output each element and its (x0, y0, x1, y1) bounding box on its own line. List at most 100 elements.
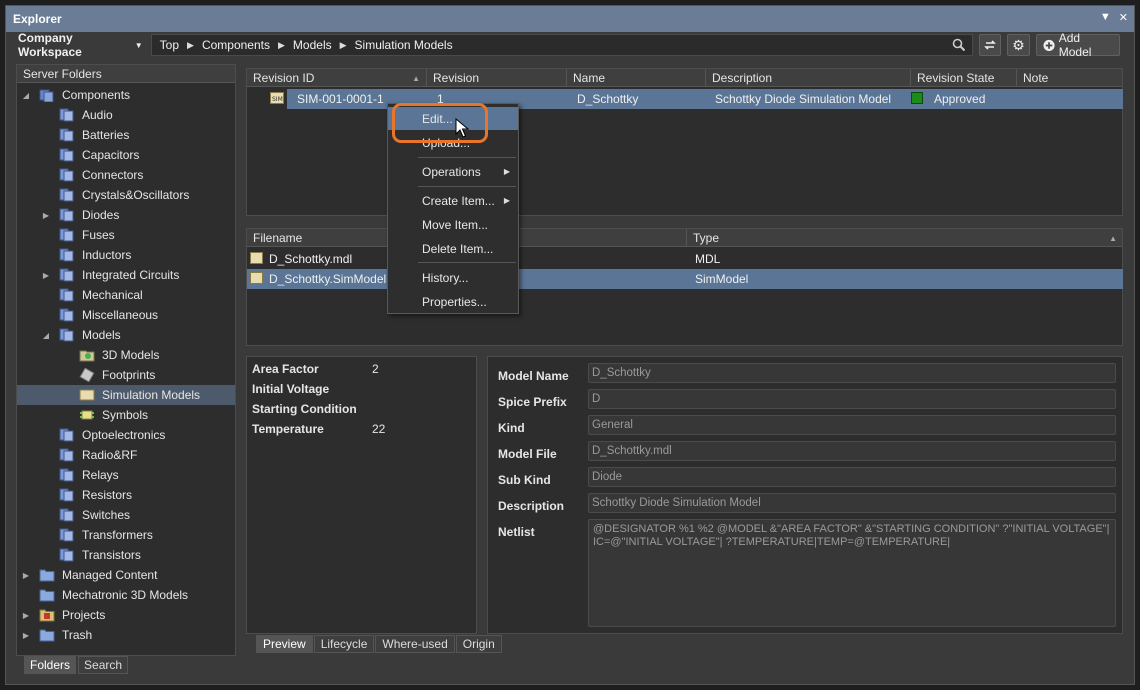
tree-item-label: Mechanical (82, 288, 143, 302)
model-name-field[interactable]: D_Schottky (588, 363, 1116, 383)
3d-model-icon (79, 348, 95, 362)
sub-kind-field[interactable]: Diode (588, 467, 1116, 487)
tree-item[interactable]: Inductors (17, 245, 235, 265)
breadcrumb-simulation-models[interactable]: Simulation Models (355, 38, 453, 52)
tree-item[interactable]: Radio&RF (17, 445, 235, 465)
tree-item[interactable]: Connectors (17, 165, 235, 185)
menu-item-create-item-label: Create Item... (422, 193, 495, 208)
tab-origin[interactable]: Origin (455, 635, 502, 653)
tab-lifecycle[interactable]: Lifecycle (313, 635, 375, 653)
folder-icon (59, 108, 75, 122)
tree-item[interactable]: Footprints (17, 365, 235, 385)
dropdown-icon[interactable]: ▼ (1100, 11, 1111, 24)
tree-item[interactable]: Miscellaneous (17, 305, 235, 325)
symbol-icon (79, 408, 95, 422)
menu-item-create-item[interactable]: Create Item... ▶ (388, 189, 518, 212)
tree-item[interactable]: Optoelectronics (17, 425, 235, 445)
tree-item[interactable]: Transformers (17, 525, 235, 545)
parameters-panel: Area Factor 2 Initial Voltage Starting C… (246, 356, 477, 634)
col-revision-state[interactable]: Revision State (911, 69, 1017, 87)
mouse-cursor-icon (455, 118, 469, 138)
kind-label: Kind (498, 421, 525, 435)
description-field[interactable]: Schottky Diode Simulation Model (588, 493, 1116, 513)
close-icon[interactable]: ✕ (1119, 11, 1128, 24)
tree-item[interactable]: ◢ Models (17, 325, 235, 345)
folder-tabs: Folders Search (24, 656, 129, 674)
refresh-button[interactable] (978, 34, 1002, 56)
menu-item-delete-item[interactable]: Delete Item... (388, 237, 518, 260)
breadcrumb-models[interactable]: Models (293, 38, 332, 52)
tab-where-used[interactable]: Where-used (375, 635, 455, 653)
collapsed-arrow-icon[interactable]: ▶ (21, 611, 31, 620)
search-icon[interactable] (952, 38, 966, 52)
tree-item[interactable]: Simulation Models (17, 385, 235, 405)
tree-item[interactable]: Mechatronic 3D Models (17, 585, 235, 605)
col-revision-id[interactable]: Revision ID ▲ (247, 69, 427, 87)
tree-item[interactable]: ▶ Trash (17, 625, 235, 645)
col-note[interactable]: Note (1017, 69, 1123, 87)
filename-cell: D_Schottky.SimModel (269, 272, 387, 286)
folder-icon (59, 188, 75, 202)
col-description[interactable]: Description (706, 69, 911, 87)
tree-item[interactable]: ▶ Diodes (17, 205, 235, 225)
collapsed-arrow-icon[interactable]: ▶ (41, 211, 51, 220)
expanded-arrow-icon[interactable]: ◢ (41, 331, 51, 340)
tree-item-label: Capacitors (82, 148, 140, 162)
tree-item[interactable]: Capacitors (17, 145, 235, 165)
folder-icon (59, 208, 75, 222)
collapsed-arrow-icon[interactable]: ▶ (21, 571, 31, 580)
add-model-label: Add Model (1058, 31, 1092, 59)
breadcrumb-components[interactable]: Components (202, 38, 270, 52)
netlist-field[interactable]: @DESIGNATOR %1 %2 @MODEL &"AREA FACTOR" … (588, 519, 1116, 627)
tree-item[interactable]: Resistors (17, 485, 235, 505)
tree-item[interactable]: ▶ Managed Content (17, 565, 235, 585)
tree-item[interactable]: Relays (17, 465, 235, 485)
tab-preview[interactable]: Preview (256, 635, 313, 653)
server-folders-header: Server Folders (17, 65, 235, 83)
model-file-field[interactable]: D_Schottky.mdl (588, 441, 1116, 461)
tree-item[interactable]: Audio (17, 105, 235, 125)
param-name: Initial Voltage (252, 382, 330, 396)
settings-button[interactable]: ⚙ (1007, 34, 1030, 56)
tree-item[interactable]: ▶ Projects (17, 605, 235, 625)
collapsed-arrow-icon[interactable]: ▶ (41, 271, 51, 280)
breadcrumb-top[interactable]: Top (160, 38, 179, 52)
menu-item-history[interactable]: History... (388, 266, 518, 289)
menu-item-properties[interactable]: Properties... (388, 290, 518, 313)
col-name[interactable]: Name (567, 69, 706, 87)
spice-prefix-field[interactable]: D (588, 389, 1116, 409)
tree-item-label: Transformers (82, 528, 153, 542)
menu-item-operations[interactable]: Operations ▶ (388, 160, 518, 183)
collapsed-arrow-icon[interactable]: ▶ (21, 631, 31, 640)
tree-item[interactable]: Symbols (17, 405, 235, 425)
tree-item[interactable]: 3D Models (17, 345, 235, 365)
svg-text:SIM: SIM (272, 96, 283, 103)
revision-id-cell: SIM-001-0001-1 (297, 92, 384, 106)
col-type[interactable]: Type ▲ (687, 229, 1123, 247)
menu-item-move-item[interactable]: Move Item... (388, 213, 518, 236)
tab-search[interactable]: Search (78, 656, 129, 674)
tree-item[interactable]: Crystals&Oscillators (17, 185, 235, 205)
add-model-button[interactable]: Add Model (1035, 31, 1120, 59)
tree-item[interactable]: Switches (17, 505, 235, 525)
footprint-icon (79, 367, 95, 383)
tree-item[interactable]: Batteries (17, 125, 235, 145)
col-revision[interactable]: Revision (427, 69, 567, 87)
expanded-arrow-icon[interactable]: ◢ (21, 91, 31, 100)
tree-item-label: Projects (62, 608, 106, 622)
description-label: Description (498, 499, 565, 513)
menu-item-operations-label: Operations (422, 164, 481, 179)
tree-item[interactable]: Mechanical (17, 285, 235, 305)
tree-item[interactable]: ◢ Components (17, 85, 235, 105)
workspace-selector[interactable]: Company Workspace ▼ (10, 31, 151, 59)
tree-item[interactable]: Transistors (17, 545, 235, 565)
file-icon (250, 272, 263, 284)
files-header: Filename Type ▲ (247, 229, 1122, 247)
tree-item-label: Simulation Models (102, 388, 201, 402)
tree-item[interactable]: Fuses (17, 225, 235, 245)
tab-folders[interactable]: Folders (24, 656, 77, 674)
tree-item-label: Audio (82, 108, 113, 122)
plain-folder-icon (39, 568, 55, 582)
kind-field[interactable]: General (588, 415, 1116, 435)
tree-item[interactable]: ▶ Integrated Circuits (17, 265, 235, 285)
